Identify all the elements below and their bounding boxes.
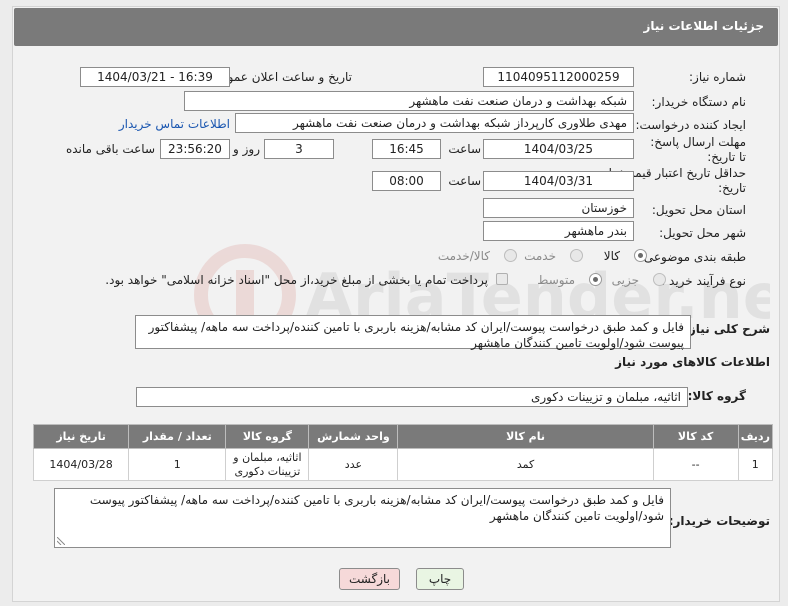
send-time-label: ساعت xyxy=(448,142,481,156)
cell-code: -- xyxy=(652,448,739,481)
creator-field: مهدی طلاوری کارپرداز شبکه بهداشت و درمان… xyxy=(235,113,634,133)
treasury-checkbox[interactable] xyxy=(496,273,508,285)
announce-datetime-field: 1404/03/21 - 16:39 xyxy=(80,67,230,87)
days-label: روز و xyxy=(233,142,260,156)
col-name: نام کالا xyxy=(397,424,654,449)
days-count-field: 3 xyxy=(264,139,334,159)
category-radio-both[interactable] xyxy=(504,249,517,262)
send-time-field: 16:45 xyxy=(372,139,441,159)
col-unit: واحد شمارش xyxy=(308,424,399,449)
price-time-label: ساعت xyxy=(448,174,481,188)
province-label: استان محل تحویل: xyxy=(651,203,746,217)
page-header: جزئیات اطلاعات نیاز xyxy=(14,8,778,46)
need-desc-field: فایل و کمد طبق درخواست پیوست/ایران کد مش… xyxy=(135,315,691,350)
need-number-label: شماره نیاز: xyxy=(689,70,746,84)
city-field: بندر ماهشهر xyxy=(483,221,634,241)
goods-table-header: ردیف کد کالا نام کالا واحد شمارش گروه کا… xyxy=(32,424,774,449)
need-desc-label: شرح کلی نیاز: xyxy=(684,322,770,336)
col-date: تاریخ نیاز xyxy=(32,424,130,449)
province-field: خوزستان xyxy=(483,198,634,218)
cell-qty: 1 xyxy=(128,448,227,481)
cell-group: اثاثیه، مبلمان و تزیینات دکوری xyxy=(225,448,310,481)
price-time-field: 08:00 xyxy=(372,171,441,191)
goods-group-label: گروه کالا: xyxy=(687,389,746,403)
category-radio-service[interactable] xyxy=(570,249,583,262)
remaining-time-field: 23:56:20 xyxy=(160,139,230,159)
cell-date: 1404/03/28 xyxy=(32,448,130,481)
buyer-org-field: شبکه بهداشت و درمان صنعت نفت ماهشهر xyxy=(184,91,634,111)
process-option-medium: متوسط xyxy=(537,273,575,287)
category-option-both: کالا/خدمت xyxy=(437,249,490,263)
send-deadline-label: مهلت ارسال پاسخ: تا تاریخ: xyxy=(650,135,746,164)
buyer-notes-label: توضیحات خریدار: xyxy=(668,514,770,528)
cell-row: 1 xyxy=(737,448,774,481)
cell-name: کمد xyxy=(397,448,654,481)
col-group: گروه کالا xyxy=(225,424,310,449)
category-option-service: خدمت xyxy=(524,249,556,263)
buyer-notes-text: فایل و کمد طبق درخواست پیوست/ایران کد مش… xyxy=(89,493,664,523)
buyer-notes-field: فایل و کمد طبق درخواست پیوست/ایران کد مش… xyxy=(54,488,671,548)
category-radio-goods[interactable] xyxy=(634,249,647,262)
contact-info-link[interactable]: اطلاعات تماس خریدار xyxy=(119,117,230,131)
col-qty: تعداد / مقدار xyxy=(128,424,227,449)
back-button[interactable]: بازگشت xyxy=(339,568,400,590)
need-number-field: 1104095112000259 xyxy=(483,67,634,87)
treasury-note: پرداخت تمام یا بخشی از مبلغ خرید،از محل … xyxy=(105,273,488,287)
process-option-minor: جزیی xyxy=(611,273,639,287)
remaining-label: ساعت باقی مانده xyxy=(65,142,155,156)
goods-group-field: اثاثیه، مبلمان و تزیینات دکوری xyxy=(136,387,688,407)
table-row: 1 -- کمد عدد اثاثیه، مبلمان و تزیینات دک… xyxy=(32,448,774,481)
page-title: جزئیات اطلاعات نیاز xyxy=(643,19,764,33)
process-radio-medium[interactable] xyxy=(589,273,602,286)
process-radio-minor[interactable] xyxy=(653,273,666,286)
price-date-field: 1404/03/31 xyxy=(483,171,634,191)
col-row: ردیف xyxy=(737,424,774,449)
goods-table: ردیف کد کالا نام کالا واحد شمارش گروه کا… xyxy=(32,424,774,481)
print-button[interactable]: چاپ xyxy=(416,568,464,590)
resize-grip-icon[interactable] xyxy=(57,537,65,545)
cell-unit: عدد xyxy=(308,448,399,481)
send-date-field: 1404/03/25 xyxy=(483,139,634,159)
buyer-org-label: نام دستگاه خریدار: xyxy=(651,95,747,109)
goods-section-title: اطلاعات کالاهای مورد نیاز xyxy=(615,355,770,369)
creator-label: ایجاد کننده درخواست: xyxy=(635,118,746,132)
process-label: نوع فرآیند خرید : xyxy=(661,274,746,288)
category-option-goods: کالا xyxy=(603,249,620,263)
category-label: طبقه بندی موضوعی: xyxy=(639,250,746,264)
col-code: کد کالا xyxy=(652,424,739,449)
city-label: شهر محل تحویل: xyxy=(659,226,746,240)
